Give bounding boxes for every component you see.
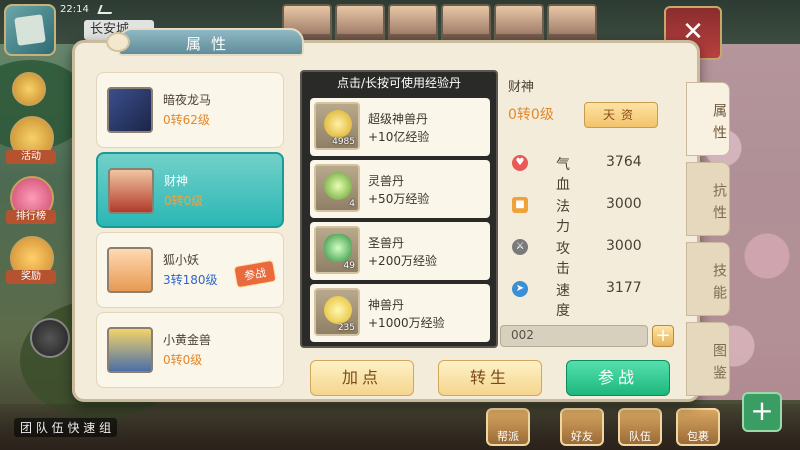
expand-chevron-icon[interactable] (12, 72, 46, 106)
gold-pill-icon (324, 110, 352, 138)
detail-pet-name: 财神 (508, 80, 535, 95)
green-pill-icon (324, 172, 352, 200)
plus-icon: + (750, 394, 774, 427)
speed-icon: ➤ (512, 281, 528, 297)
guild-label: 帮派 (497, 430, 519, 443)
exp-item-name: 神兽丹 (368, 298, 405, 312)
pet-level: 3转180级 (163, 273, 218, 287)
exp-item-count: 235 (337, 323, 355, 333)
friends-button[interactable]: 好友 (560, 408, 604, 446)
stat-label: 气血 (556, 157, 570, 193)
status-bar: 22:14 (60, 2, 115, 16)
signal-icon (97, 4, 115, 14)
exp-pill-popup: 点击/长按可使用经验丹 4985 超级神兽丹 +10亿经验 4 灵兽丹 +50万… (300, 70, 498, 348)
pet-name: 狐小妖 (163, 253, 200, 267)
stat-value: 3764 (606, 154, 642, 170)
stat-value: 3000 (606, 196, 642, 212)
exp-item-name: 圣兽丹 (368, 236, 405, 250)
exp-item-desc: +1000万经验 (368, 316, 445, 330)
experience-text: 002 (511, 328, 534, 342)
pet-name: 小黄金兽 (163, 333, 212, 347)
plus-icon: + (655, 325, 671, 346)
pet-name: 暗夜龙马 (163, 93, 212, 107)
exp-item[interactable]: 4985 超级神兽丹 +10亿经验 (310, 98, 490, 156)
pet-card[interactable]: 狐小妖 3转180级 参战 (96, 232, 284, 308)
stat-value: 3000 (606, 238, 642, 254)
gold-pill-icon (324, 296, 352, 324)
experience-bar: 002 (500, 325, 648, 347)
pet-level: 0转62级 (163, 113, 210, 127)
pet-name: 财神 (164, 174, 189, 188)
more-button[interactable]: + (742, 392, 782, 432)
exp-item-count: 4 (349, 199, 355, 209)
exp-item-name: 灵兽丹 (368, 174, 405, 188)
team-portrait[interactable] (441, 4, 491, 44)
stat-label: 速度 (556, 283, 570, 319)
battle-button[interactable]: 参战 (566, 360, 670, 396)
exp-item-count: 49 (343, 261, 355, 271)
reward-label: 奖励 (6, 270, 56, 284)
rebirth-button[interactable]: 转生 (438, 360, 542, 396)
stat-value: 3177 (606, 280, 642, 296)
exp-item[interactable]: 4 灵兽丹 +50万经验 (310, 160, 490, 218)
sword-icon: ⚔ (512, 239, 528, 255)
pet-avatar (107, 247, 153, 293)
team-portraits (282, 4, 597, 44)
pet-avatar (108, 168, 154, 214)
tab-skills[interactable]: 技能 (686, 242, 730, 316)
exp-item-icon: 235 (314, 288, 360, 336)
pet-avatar (107, 327, 153, 373)
tab-resistance[interactable]: 抗性 (686, 162, 730, 236)
team-button[interactable]: 队伍 (618, 408, 662, 446)
friends-label: 好友 (571, 430, 593, 443)
exp-item-icon: 49 (314, 226, 360, 274)
pet-level: 0转0级 (163, 353, 203, 367)
bottom-chat-text: 团 队 伍 快 速 组 (14, 418, 118, 437)
battle-badge: 参战 (233, 259, 277, 289)
team-label: 队伍 (629, 430, 651, 443)
mana-icon: ■ (512, 197, 528, 213)
pet-avatar (107, 87, 153, 133)
bag-button[interactable]: 包裹 (676, 408, 720, 446)
pet-card[interactable]: 暗夜龙马 0转62级 (96, 72, 284, 148)
stat-label: 法力 (556, 199, 570, 235)
tab-attributes[interactable]: 属性 (686, 82, 730, 156)
exp-item-icon: 4 (314, 164, 360, 212)
chat-bubble-icon[interactable] (30, 318, 70, 358)
talent-button[interactable]: 天资 (584, 102, 658, 128)
ranking-label: 排行榜 (6, 210, 56, 224)
team-portrait[interactable] (335, 4, 385, 44)
exp-item-name: 超级神兽丹 (368, 112, 429, 126)
add-exp-button[interactable]: + (652, 325, 674, 347)
exp-item-desc: +50万经验 (368, 192, 430, 206)
guild-button[interactable]: 帮派 (486, 408, 530, 446)
exp-item-icon: 4985 (314, 102, 360, 150)
heart-icon: ♥ (512, 155, 528, 171)
exp-item-count: 4985 (332, 137, 355, 147)
title-cloud-ornament (106, 32, 130, 52)
pet-level: 0转0级 (164, 194, 204, 208)
pet-card-selected[interactable]: 财神 0转0级 (96, 152, 284, 228)
exp-item[interactable]: 235 神兽丹 +1000万经验 (310, 284, 490, 342)
status-time: 22:14 (60, 3, 89, 15)
pet-list[interactable]: 暗夜龙马 0转62级 财神 0转0级 狐小妖 3转180级 参战 小黄金兽 0转… (96, 60, 288, 400)
team-portrait[interactable] (494, 4, 544, 44)
exp-popup-title: 点击/长按可使用经验丹 (336, 76, 462, 90)
activity-label: 活动 (6, 150, 56, 164)
jade-pill-icon (324, 234, 352, 262)
exp-item-desc: +200万经验 (368, 254, 437, 268)
tab-handbook[interactable]: 图鉴 (686, 322, 730, 396)
stat-label: 攻击 (556, 241, 570, 277)
detail-pet-level: 0转0级 (508, 107, 554, 123)
team-portrait[interactable] (547, 4, 597, 44)
add-points-button[interactable]: 加点 (310, 360, 414, 396)
minimap[interactable] (4, 4, 56, 56)
bag-label: 包裹 (687, 430, 709, 443)
exp-item-desc: +10亿经验 (368, 130, 430, 144)
pet-card[interactable]: 小黄金兽 0转0级 (96, 312, 284, 388)
exp-item[interactable]: 49 圣兽丹 +200万经验 (310, 222, 490, 280)
panel-title: 属性 (118, 28, 304, 56)
team-portrait[interactable] (388, 4, 438, 44)
